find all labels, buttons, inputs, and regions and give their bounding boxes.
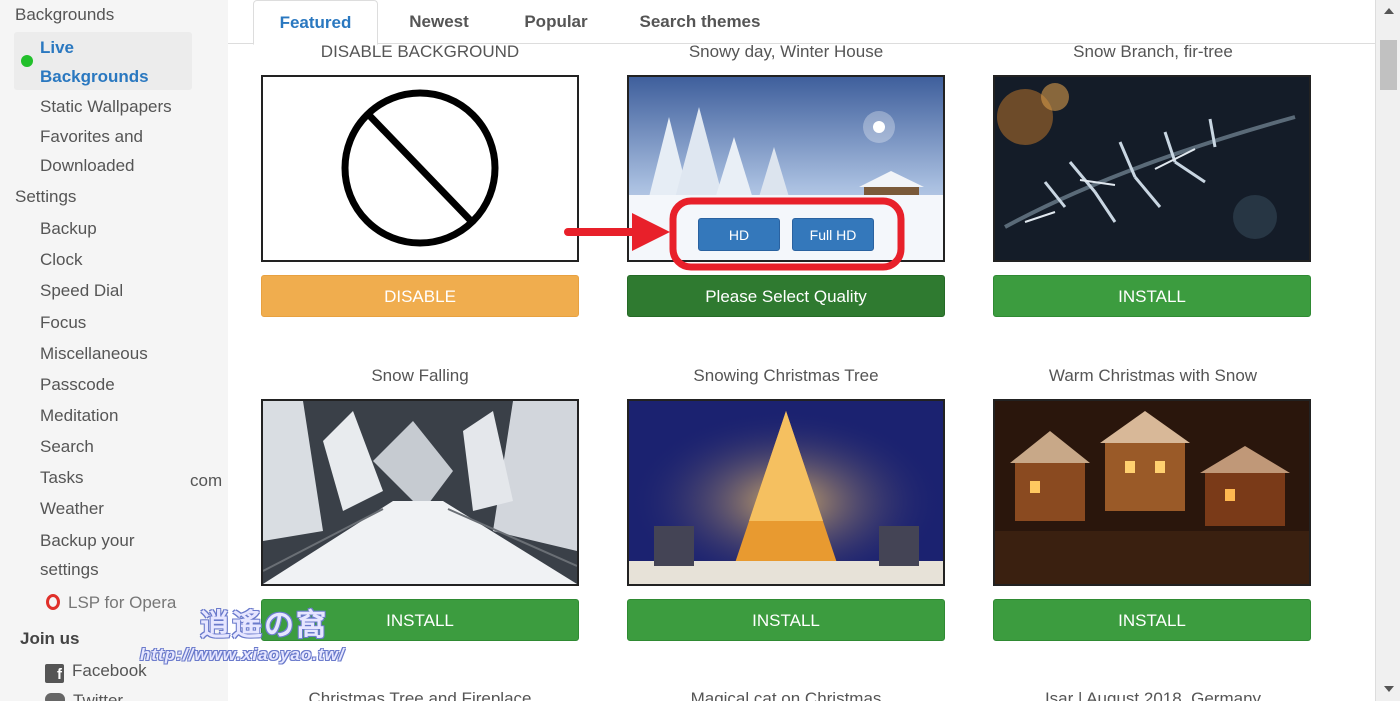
- thumbnail-disable[interactable]: [261, 75, 579, 262]
- sidebar-item-tasks[interactable]: Tasks: [40, 463, 190, 492]
- com-text-fragment: com: [190, 471, 223, 490]
- card-title-snow-falling: Snow Falling: [371, 366, 469, 385]
- install-button-christmas-tree[interactable]: INSTALL: [627, 599, 945, 641]
- disable-button[interactable]: DISABLE: [261, 275, 579, 317]
- sidebar-item-passcode[interactable]: Passcode: [40, 370, 190, 399]
- backup-settings-line2: settings: [40, 560, 99, 579]
- facebook-label: Facebook: [72, 661, 147, 680]
- sidebar-item-favorites[interactable]: Favorites and Downloaded: [40, 122, 190, 180]
- sidebar-item-backup[interactable]: Backup: [40, 214, 190, 243]
- favorites-line1: Favorites and: [40, 127, 143, 146]
- tab-search-themes[interactable]: Search themes: [626, 0, 774, 44]
- tab-featured[interactable]: Featured: [253, 0, 378, 45]
- live-label-line2: Backgrounds: [40, 67, 149, 86]
- facebook-icon: f: [45, 664, 64, 683]
- twitter-label: Twitter: [73, 691, 124, 701]
- scroll-thumb[interactable]: [1380, 40, 1397, 90]
- card-title-snowing-christmas-tree: Snowing Christmas Tree: [693, 366, 879, 385]
- tab-newest[interactable]: Newest: [378, 0, 500, 44]
- sidebar-item-speed-dial[interactable]: Speed Dial: [40, 276, 190, 305]
- thumbnail-snowing-christmas-tree[interactable]: [627, 399, 945, 586]
- opera-icon: [46, 594, 60, 610]
- card-title-snowy-day: Snowy day, Winter House: [688, 42, 884, 61]
- warm-christmas-image: [995, 401, 1309, 584]
- scroll-up-arrow-icon[interactable]: [1384, 8, 1394, 14]
- active-dot-icon: [21, 55, 33, 67]
- christmas-tree-image: [629, 401, 943, 584]
- main-content: Featured Newest Popular Search themes DI…: [228, 0, 1375, 701]
- watermark-url: http://www.xiaoyao.tw/: [140, 645, 345, 664]
- sidebar-item-search[interactable]: Search: [40, 432, 190, 461]
- thumbnail-snow-branch[interactable]: [993, 75, 1311, 262]
- vertical-scrollbar[interactable]: [1375, 0, 1400, 701]
- section-backgrounds: Backgrounds: [15, 5, 115, 24]
- watermark-logo: 逍遙の窩: [200, 609, 328, 642]
- card-title-christmas-fireplace: Christmas Tree and Fireplace: [308, 689, 532, 701]
- card-title-magical-cat: Magical cat on Christmas: [690, 689, 882, 701]
- sidebar-item-lsp-opera[interactable]: LSP for Opera: [46, 588, 196, 617]
- join-us-heading: Join us: [20, 629, 80, 648]
- thumbnail-snow-falling[interactable]: [261, 399, 579, 586]
- backup-settings-line1: Backup your: [40, 531, 135, 550]
- scroll-down-arrow-icon[interactable]: [1384, 686, 1394, 692]
- favorites-line2: Downloaded: [40, 156, 135, 175]
- sidebar-item-weather[interactable]: Weather: [40, 494, 190, 523]
- twitter-icon: [45, 693, 65, 701]
- card-title-warm-christmas: Warm Christmas with Snow: [1048, 366, 1258, 385]
- install-button-warm-christmas[interactable]: INSTALL: [993, 599, 1311, 641]
- sidebar-item-miscellaneous[interactable]: Miscellaneous: [40, 339, 190, 368]
- card-title-disable: DISABLE BACKGROUND: [320, 42, 520, 61]
- highlight-annotation: [564, 197, 905, 271]
- sidebar-item-focus[interactable]: Focus: [40, 308, 190, 337]
- sidebar: Backgrounds Live Backgrounds Static Wall…: [0, 0, 192, 701]
- panel-gap: [192, 0, 228, 701]
- sidebar-item-live-backgrounds-label[interactable]: Live Backgrounds: [40, 33, 149, 91]
- sidebar-item-twitter[interactable]: Twitter: [45, 686, 195, 701]
- tab-bar: Featured Newest Popular Search themes: [228, 0, 1375, 45]
- card-title-isar: Isar | August 2018, Germany: [1044, 689, 1262, 701]
- lsp-opera-label: LSP for Opera: [68, 593, 177, 612]
- sidebar-item-backup-settings[interactable]: Backup your settings: [40, 526, 190, 584]
- tab-popular[interactable]: Popular: [500, 0, 612, 44]
- thumbnail-warm-christmas[interactable]: [993, 399, 1311, 586]
- card-title-snow-branch: Snow Branch, fir-tree: [1073, 42, 1233, 61]
- prohibited-icon: [341, 89, 499, 247]
- live-label-line1: Live: [40, 38, 75, 57]
- sidebar-item-static-wallpapers[interactable]: Static Wallpapers: [40, 92, 190, 121]
- sidebar-item-meditation[interactable]: Meditation: [40, 401, 190, 430]
- section-settings: Settings: [15, 187, 77, 206]
- sidebar-item-clock[interactable]: Clock: [40, 245, 190, 274]
- please-select-quality-button[interactable]: Please Select Quality: [627, 275, 945, 317]
- install-button-snow-branch[interactable]: INSTALL: [993, 275, 1311, 317]
- snow-falling-image: [263, 401, 577, 584]
- snow-branch-image: [995, 77, 1309, 260]
